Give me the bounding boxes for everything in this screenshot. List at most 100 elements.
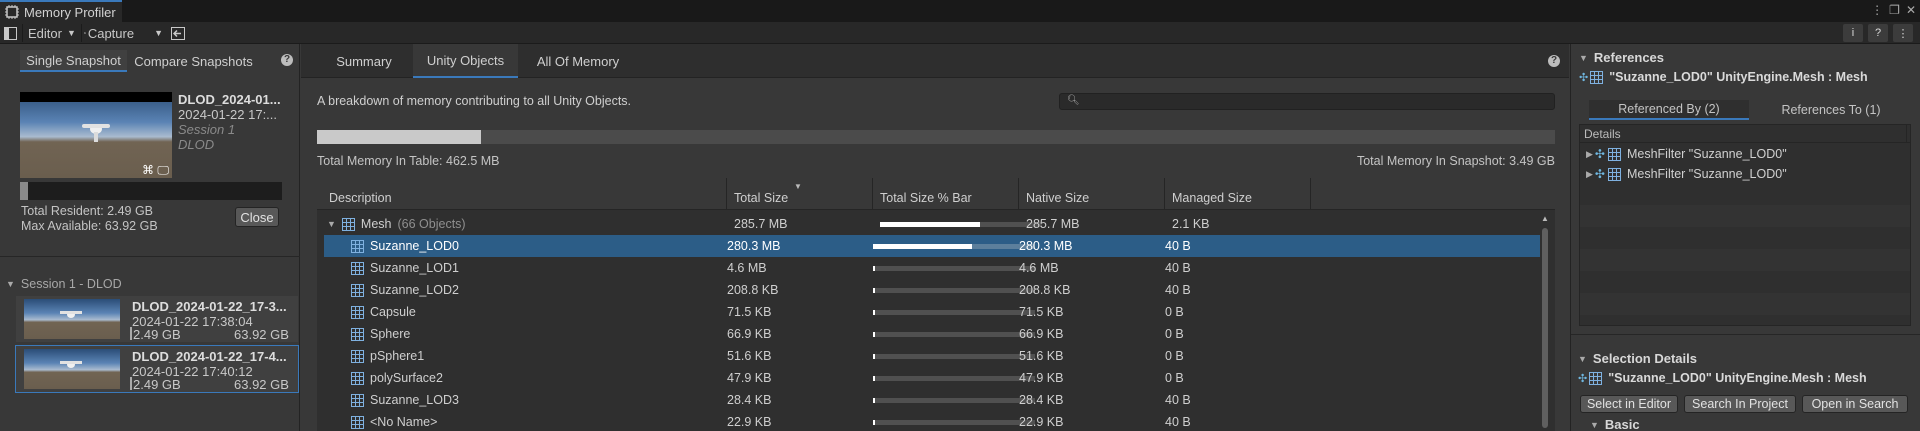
resident-memory-bar xyxy=(20,182,282,200)
editor-dropdown[interactable]: Editor ▼ xyxy=(22,24,80,42)
column-size-bar[interactable]: Total Size % Bar xyxy=(873,178,1019,210)
snapshot-list-item[interactable]: DLOD_2024-01-22_17-3... 2024-01-22 17:38… xyxy=(16,296,298,342)
selection-object-title: "Suzanne_LOD0" UnityEngine.Mesh : Mesh xyxy=(1608,371,1867,385)
window-tab[interactable]: Memory Profiler xyxy=(0,0,122,22)
row-total-size: 208.8 KB xyxy=(727,283,779,297)
divider xyxy=(0,256,300,257)
tab-all-of-memory[interactable]: All Of Memory xyxy=(523,44,633,78)
tab-referenced-by[interactable]: Referenced By (2) xyxy=(1589,100,1749,120)
tab-summary[interactable]: Summary xyxy=(319,44,409,78)
help-icon[interactable]: ? xyxy=(281,54,293,66)
snapshot-panel: Single Snapshot Compare Snapshots ? ⌘ 🖵 … xyxy=(0,44,300,431)
close-window-icon[interactable]: ✕ xyxy=(1906,3,1916,17)
info-icon[interactable]: i xyxy=(1843,24,1863,42)
sidebar-toggle-icon[interactable] xyxy=(4,24,17,42)
table-row[interactable]: <No Name> 22.9 KB 22.9 KB 40 B xyxy=(324,411,1540,431)
table-row[interactable]: Suzanne_LOD3 28.4 KB 28.4 KB 40 B xyxy=(324,389,1540,411)
session-header[interactable]: ▼ Session 1 - DLOD xyxy=(6,277,122,291)
table-scrollbar[interactable]: ▲ xyxy=(1541,214,1549,428)
current-snapshot-name: DLOD_2024-01... xyxy=(178,92,281,107)
row-total-size: 22.9 KB xyxy=(727,415,772,429)
row-native-size: 28.4 KB xyxy=(1019,393,1064,407)
tab-references-to[interactable]: References To (1) xyxy=(1751,100,1911,120)
mesh-icon xyxy=(351,349,364,363)
row-name: Suzanne_LOD2 xyxy=(370,283,459,297)
row-managed-size: 40 B xyxy=(1165,415,1191,429)
mesh-icon xyxy=(351,415,364,429)
table-row[interactable]: Suzanne_LOD0 280.3 MB 280.3 MB 40 B xyxy=(324,235,1540,257)
column-total-size[interactable]: Total Size ▼ xyxy=(727,178,873,210)
editor-label: Editor xyxy=(28,25,62,41)
column-total-size-label: Total Size xyxy=(734,191,789,205)
sort-descending-icon: ▼ xyxy=(794,182,802,191)
chevron-down-icon: ▼ xyxy=(66,28,76,38)
row-total-size: 280.3 MB xyxy=(727,239,781,253)
column-native-size[interactable]: Native Size xyxy=(1019,178,1165,210)
tab-unity-objects[interactable]: Unity Objects xyxy=(413,44,518,78)
capture-dropdown[interactable]: Capture ▼ xyxy=(81,24,163,42)
row-name: Suzanne_LOD1 xyxy=(370,261,459,275)
column-managed-size[interactable]: Managed Size xyxy=(1165,178,1311,210)
expand-triangle-icon[interactable]: ▼ xyxy=(327,219,336,229)
mesh-icon xyxy=(351,261,364,275)
snapshot-list-item[interactable]: DLOD_2024-01-22_17-4... 2024-01-22 17:40… xyxy=(15,345,299,393)
expand-triangle-icon: ▼ xyxy=(1579,52,1588,63)
references-section[interactable]: ▼ References xyxy=(1579,50,1664,65)
current-snapshot-date: 2024-01-22 17:... xyxy=(178,107,278,122)
close-button[interactable]: Close xyxy=(235,207,279,227)
row-size-bar-fill xyxy=(873,353,875,359)
row-size-bar-fill xyxy=(873,309,875,315)
import-snapshot-icon[interactable] xyxy=(171,24,185,42)
table-row[interactable]: pSphere1 51.6 KB 51.6 KB 0 B xyxy=(324,345,1540,367)
group-name: Mesh xyxy=(360,217,392,231)
scrollbar-thumb[interactable] xyxy=(1542,228,1548,428)
row-managed-size: 40 B xyxy=(1165,261,1191,275)
row-native-size: 71.5 KB xyxy=(1019,305,1064,319)
open-in-search-button[interactable]: Open in Search xyxy=(1802,395,1908,413)
row-name: Capsule xyxy=(370,305,416,319)
help-icon[interactable]: ? xyxy=(1868,24,1888,42)
row-size-bar-fill xyxy=(873,287,875,293)
more-menu-icon[interactable]: ⋮ xyxy=(1871,3,1883,17)
selection-details-section[interactable]: ▼ Selection Details xyxy=(1578,351,1697,366)
row-size-bar-fill xyxy=(873,419,875,425)
snapshot-max: 63.92 GB xyxy=(234,377,289,392)
help-icon[interactable]: ? xyxy=(1548,55,1560,67)
row-native-size: 208.8 KB xyxy=(1019,283,1071,297)
window-title: Memory Profiler xyxy=(24,4,116,20)
row-size-bar xyxy=(873,243,1035,249)
group-count: (66 Objects) xyxy=(397,217,466,231)
column-description[interactable]: Description xyxy=(317,178,727,210)
row-managed-size: 40 B xyxy=(1165,393,1191,407)
row-managed-size: 0 B xyxy=(1165,305,1184,319)
reference-row[interactable]: ▶ ✣ MeshFilter "Suzanne_LOD0" xyxy=(1586,167,1787,181)
table-row[interactable]: Sphere 66.9 KB 66.9 KB 0 B xyxy=(324,323,1540,345)
row-native-size: 51.6 KB xyxy=(1019,349,1064,363)
select-in-editor-button[interactable]: Select in Editor xyxy=(1580,395,1678,413)
table-row[interactable]: Suzanne_LOD1 4.6 MB 4.6 MB 40 B xyxy=(324,257,1540,279)
expand-triangle-icon[interactable]: ▶ xyxy=(1586,169,1593,180)
basic-section[interactable]: ▼ Basic xyxy=(1590,417,1640,431)
search-in-project-button[interactable]: Search In Project xyxy=(1684,395,1796,413)
chevron-down-icon[interactable]: ▼ xyxy=(154,28,163,38)
row-size-bar xyxy=(873,397,1035,403)
row-native-size: 280.3 MB xyxy=(1019,239,1073,253)
search-input[interactable] xyxy=(1059,93,1555,110)
tab-compare-snapshots[interactable]: Compare Snapshots xyxy=(131,50,256,72)
max-available-text: Max Available: 63.92 GB xyxy=(21,219,158,233)
details-header: Details xyxy=(1580,125,1910,143)
table-row[interactable]: Capsule 71.5 KB 71.5 KB 0 B xyxy=(324,301,1540,323)
script-link-icon: ✣ xyxy=(1594,147,1605,161)
tab-single-snapshot[interactable]: Single Snapshot xyxy=(20,50,127,72)
reference-row[interactable]: ▶ ✣ MeshFilter "Suzanne_LOD0" xyxy=(1586,147,1787,161)
snapshot-name: DLOD_2024-01-22_17-3... xyxy=(132,299,287,314)
table-header: Description Total Size ▼ Total Size % Ba… xyxy=(317,178,1555,210)
row-size-bar-fill xyxy=(873,397,875,403)
expand-triangle-icon[interactable]: ▶ xyxy=(1586,149,1593,160)
maximize-icon[interactable]: ❐ xyxy=(1889,3,1900,17)
options-menu-icon[interactable]: ⋮ xyxy=(1893,24,1913,42)
table-row[interactable]: Suzanne_LOD2 208.8 KB 208.8 KB 40 B xyxy=(324,279,1540,301)
table-group-row[interactable]: ▼ Mesh (66 Objects) 285.7 MB 285.7 MB 2.… xyxy=(324,213,1540,235)
table-row[interactable]: polySurface2 47.9 KB 47.9 KB 0 B xyxy=(324,367,1540,389)
search-icon: 🔍︎ xyxy=(1067,95,1080,106)
